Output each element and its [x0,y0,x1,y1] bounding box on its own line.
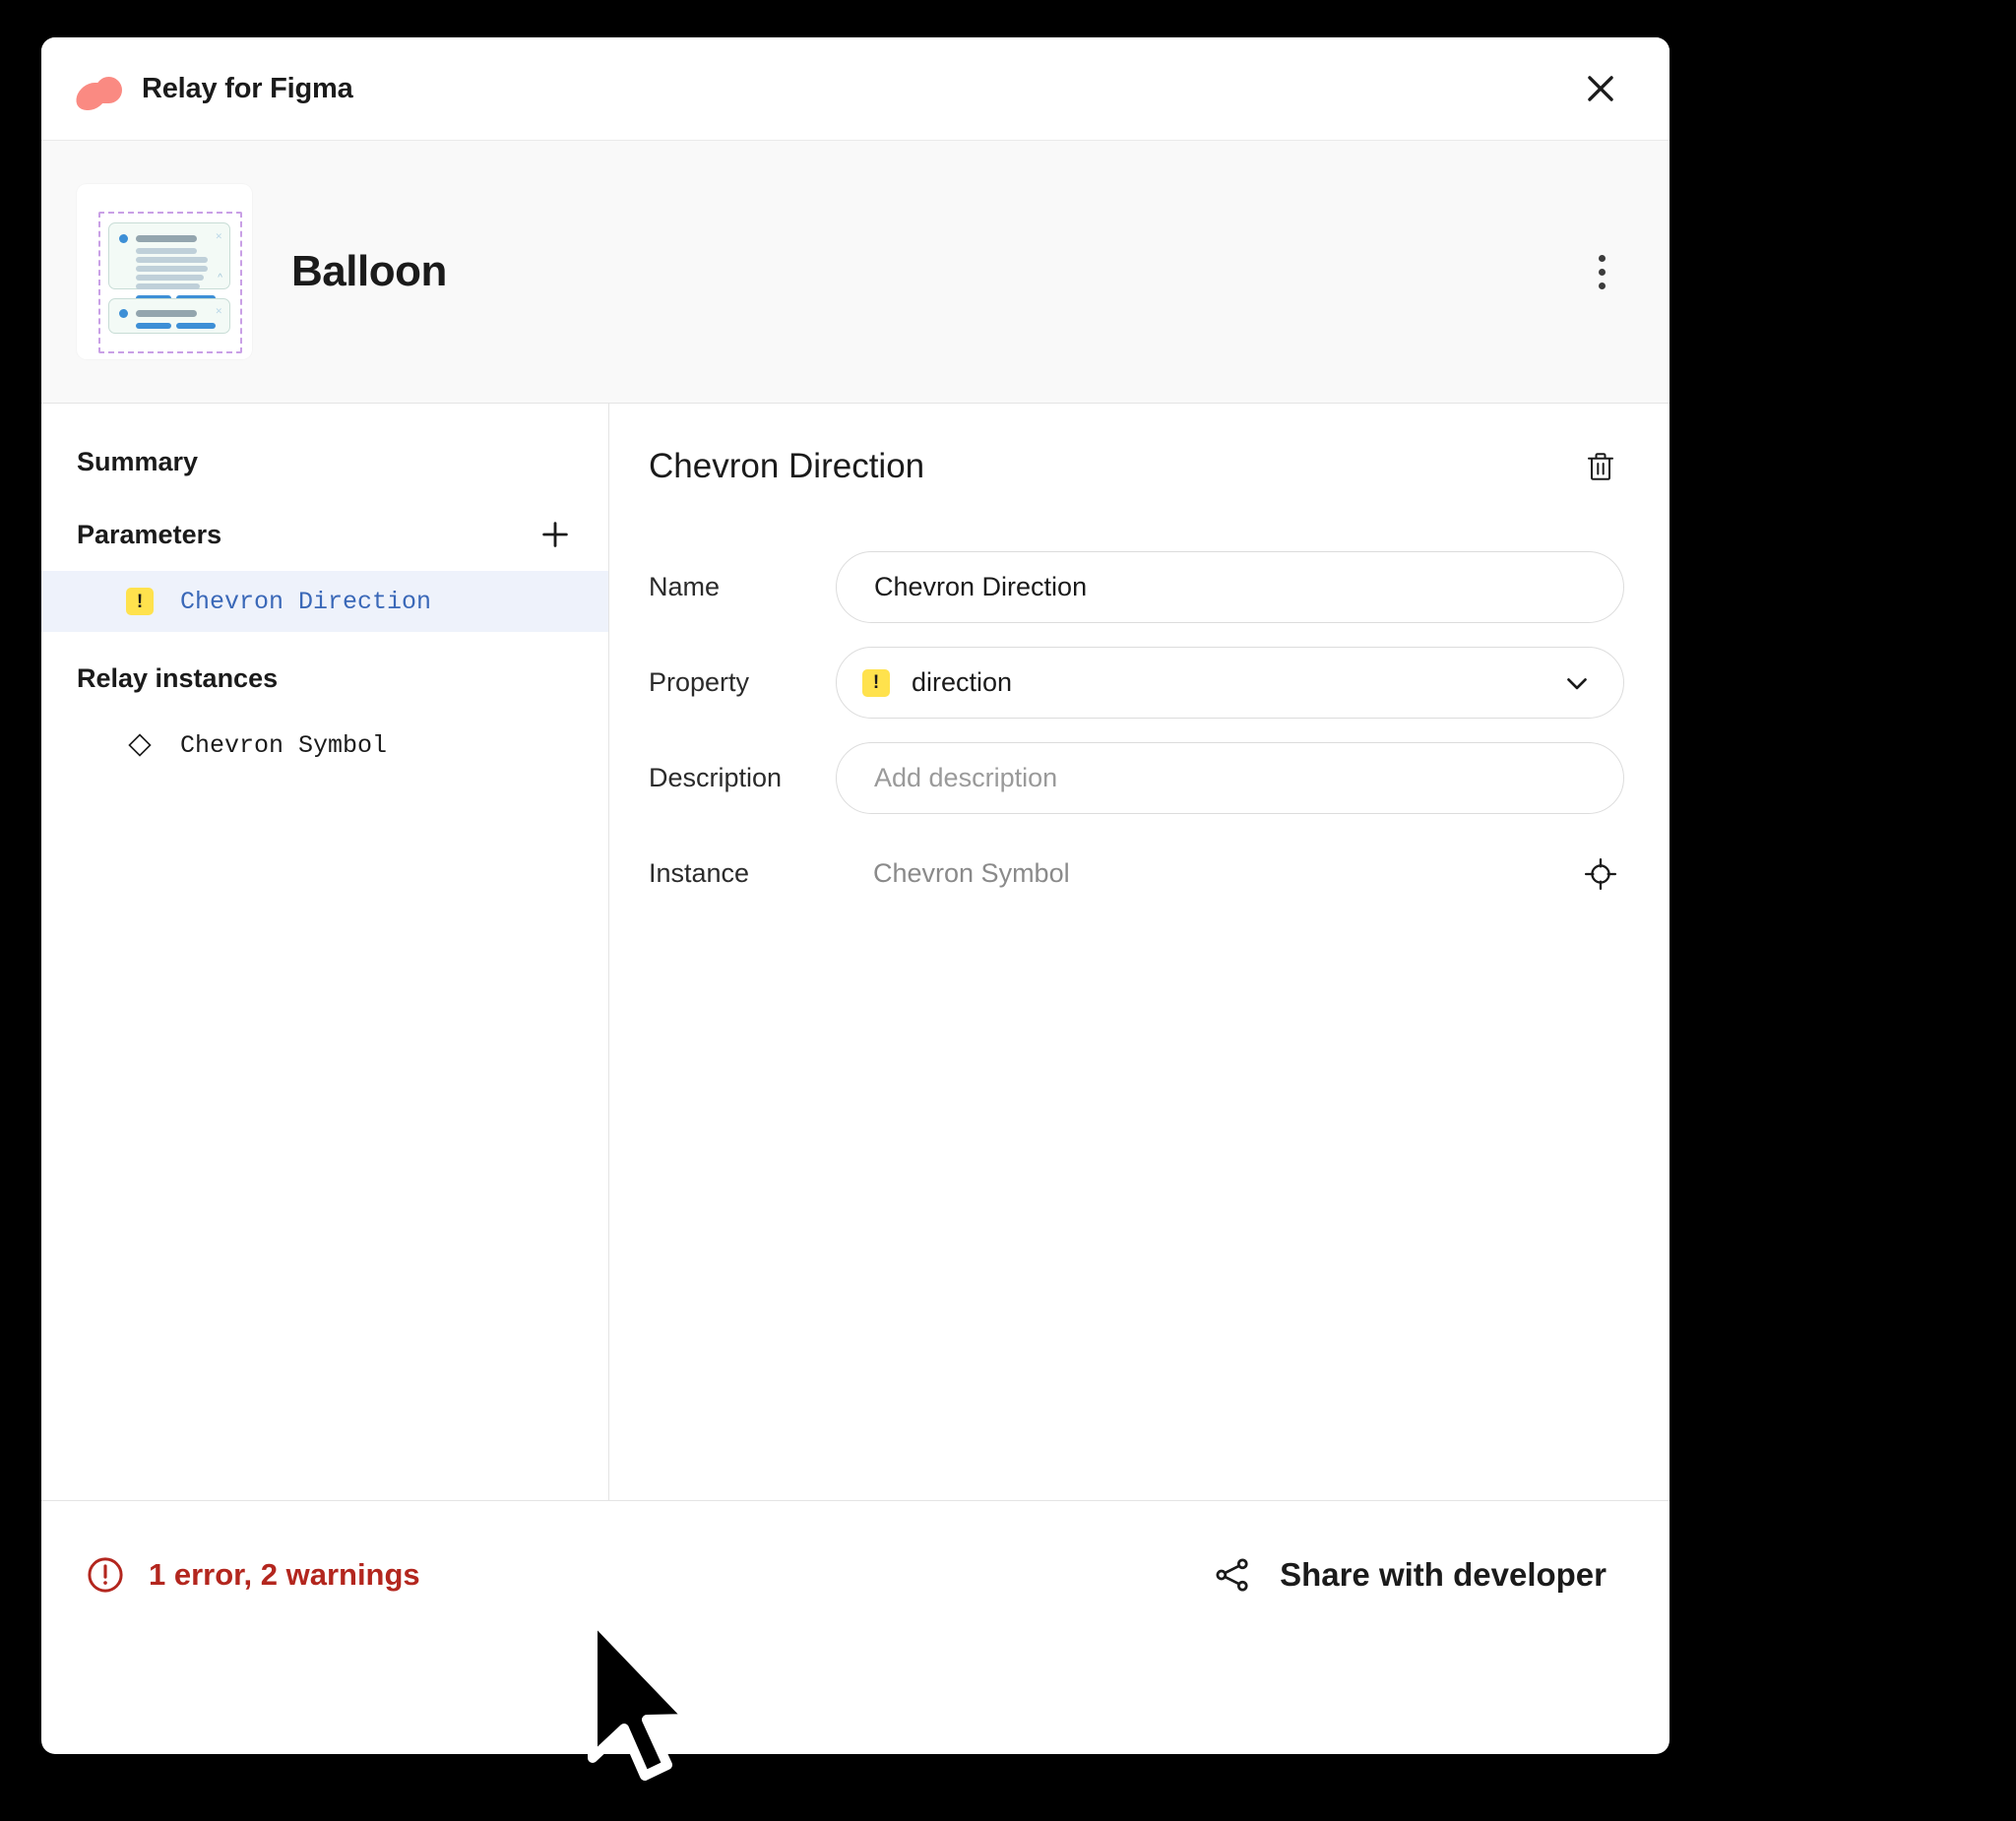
sidebar-instance-chevron-symbol[interactable]: Chevron Symbol [41,715,608,776]
chevron-down-icon [1567,677,1587,689]
instance-label: Chevron Symbol [180,730,388,760]
document-name: Balloon [291,247,447,295]
close-button[interactable] [1575,63,1626,114]
sidebar-section-label: Relay instances [77,662,279,693]
add-parameter-button[interactable] [534,513,577,556]
field-row-name: Name Chevron Direction [649,551,1624,623]
crosshair-target-icon [1584,857,1617,890]
document-header: ✕ ^ ✕ Balloon [41,141,1670,404]
detail-header: Chevron Direction [649,431,1624,502]
kebab-dot [1598,268,1606,276]
sidebar-section-summary[interactable]: Summary [41,425,608,498]
property-select[interactable]: ! direction [836,647,1624,719]
relay-logo-icon [72,67,124,110]
name-input[interactable]: Chevron Direction [836,551,1624,623]
trash-icon [1587,453,1614,480]
name-label: Name [649,572,721,601]
property-value: direction [912,667,1013,697]
field-row-property: Property ! direction [649,647,1624,719]
sidebar-section-parameters: Parameters [41,498,608,571]
thumbnail-card-large: ✕ ^ [108,222,230,301]
description-input[interactable]: Add description [836,742,1624,814]
instance-value: Chevron Symbol [873,858,1070,888]
sidebar: Summary Parameters ! Chevron Direction R… [41,404,609,1500]
kebab-dot [1598,282,1606,289]
sidebar-section-label: Summary [77,446,199,476]
kebab-dot [1598,254,1606,262]
window-titlebar: Relay for Figma [41,37,1670,141]
sidebar-section-relay-instances: Relay instances [41,642,608,715]
status-badge[interactable]: 1 error, 2 warnings [85,1554,420,1596]
locate-instance-button[interactable] [1577,850,1624,898]
field-row-description: Description Add description [649,742,1624,814]
description-label: Description [649,763,783,792]
parameter-label: Chevron Direction [180,587,432,616]
share-label: Share with developer [1280,1556,1606,1593]
share-network-icon [1216,1558,1248,1592]
thumbnail-card-small: ✕ [108,298,230,334]
field-row-instance: Instance Chevron Symbol [649,838,1624,910]
detail-panel: Chevron Direction Name Chevron Direction… [609,404,1670,1500]
status-text: 1 error, 2 warnings [149,1557,420,1592]
delete-parameter-button[interactable] [1577,443,1624,490]
document-thumbnail[interactable]: ✕ ^ ✕ [77,184,252,359]
sidebar-section-label: Parameters [77,519,222,549]
close-icon [1588,76,1613,101]
detail-title: Chevron Direction [649,447,925,485]
alert-circle-icon [88,1557,123,1593]
instance-label: Instance [649,858,750,888]
property-label: Property [649,667,750,697]
diamond-icon [126,731,154,759]
screen-root: Relay for Figma ✕ ^ ✕ Balloon Summary Pa… [0,0,2016,1821]
instance-value-wrapper: Chevron Symbol [836,850,1624,898]
share-with-developer-button[interactable]: Share with developer [1211,1553,1620,1597]
window-title: Relay for Figma [142,72,353,104]
plus-icon [542,522,568,547]
warning-badge-icon: ! [126,588,154,615]
window-body: Summary Parameters ! Chevron Direction R… [41,404,1670,1501]
sidebar-parameter-chevron-direction[interactable]: ! Chevron Direction [41,571,608,632]
document-menu-button[interactable] [1577,242,1626,301]
window-footer: 1 error, 2 warnings Share with developer [41,1501,1670,1649]
warning-badge-icon: ! [862,668,890,697]
plugin-window: Relay for Figma ✕ ^ ✕ Balloon Summary Pa… [41,37,1670,1754]
